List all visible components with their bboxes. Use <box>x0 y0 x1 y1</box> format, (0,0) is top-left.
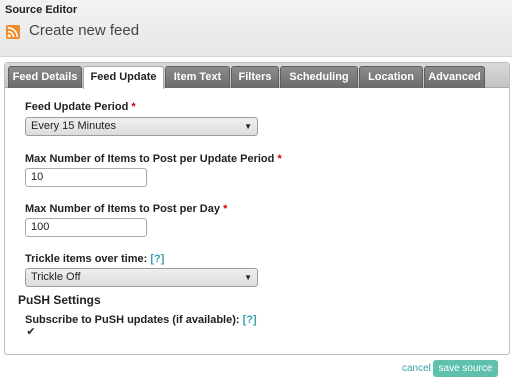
trickle-select[interactable]: Trickle Off ▼ <box>25 268 258 287</box>
save-source-button[interactable]: save source <box>433 360 498 377</box>
tab-advanced[interactable]: Advanced <box>424 66 485 88</box>
dropdown-arrow-icon: ▼ <box>244 273 252 282</box>
tab-feed-update[interactable]: Feed Update <box>83 66 164 89</box>
tab-scheduling[interactable]: Scheduling <box>280 66 358 88</box>
tab-bar: Feed Details Feed Update Item Text Filte… <box>5 63 509 89</box>
editor-header: Source Editor Create new feed <box>0 0 512 57</box>
tab-feed-details[interactable]: Feed Details <box>8 66 82 88</box>
max-per-day-label: Max Number of Items to Post per Day * <box>25 203 228 215</box>
max-per-update-label: Max Number of Items to Post per Update P… <box>25 153 282 165</box>
max-per-day-input[interactable]: 100 <box>25 218 147 237</box>
app-title: Source Editor <box>5 4 78 16</box>
feed-editor-panel: Feed Details Feed Update Item Text Filte… <box>4 62 510 355</box>
required-marker: * <box>223 203 228 215</box>
push-subscribe-checkbox[interactable]: ✔ <box>26 327 36 338</box>
tab-item-text[interactable]: Item Text <box>165 66 230 88</box>
update-period-select[interactable]: Every 15 Minutes ▼ <box>25 117 258 136</box>
trickle-label: Trickle items over time: [?] <box>25 253 165 265</box>
required-marker: * <box>131 101 136 113</box>
push-subscribe-label: Subscribe to PuSH updates (if available)… <box>25 314 257 326</box>
max-per-update-input[interactable]: 10 <box>25 168 147 187</box>
page-title: Create new feed <box>29 22 140 39</box>
push-help-link[interactable]: [?] <box>243 314 257 326</box>
tab-location[interactable]: Location <box>359 66 423 88</box>
rss-feed-icon <box>6 25 20 39</box>
push-settings-heading: PuSH Settings <box>18 293 101 307</box>
trickle-help-link[interactable]: [?] <box>150 253 164 265</box>
dropdown-arrow-icon: ▼ <box>244 122 252 131</box>
required-marker: * <box>277 153 282 165</box>
update-period-label: Feed Update Period * <box>25 101 136 113</box>
tab-filters[interactable]: Filters <box>231 66 279 88</box>
cancel-link[interactable]: cancel <box>402 363 431 374</box>
